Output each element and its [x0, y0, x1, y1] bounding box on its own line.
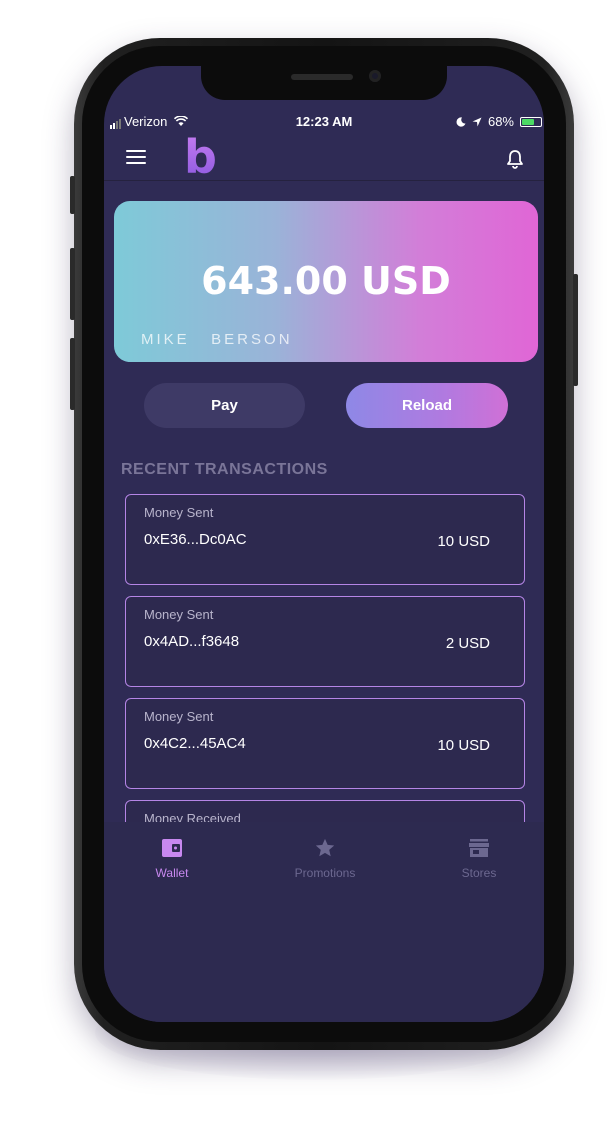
transaction-address: 0x4C2...45AC4	[144, 735, 246, 752]
bell-icon[interactable]	[504, 148, 526, 170]
app-header: b	[104, 130, 544, 184]
transaction-amount: 10 USD	[437, 533, 490, 550]
speaker-grille	[291, 74, 353, 80]
transactions-list[interactable]: Money Sent 0xE36...Dc0AC 10 USD Money Se…	[125, 494, 527, 822]
volume-up-button	[70, 248, 75, 320]
transaction-type: Money Sent	[144, 709, 214, 724]
tab-wallet[interactable]: Wallet	[104, 836, 242, 880]
battery-percent: 68%	[487, 114, 514, 129]
front-camera	[369, 70, 381, 82]
tab-promotions[interactable]: Promotions	[255, 836, 395, 880]
tab-stores[interactable]: Stores	[409, 836, 544, 880]
transaction-item[interactable]: Money Sent 0x4AD...f3648 2 USD	[125, 596, 525, 687]
moon-icon	[456, 116, 466, 127]
wallet-icon	[162, 839, 182, 857]
notch	[201, 66, 447, 100]
transaction-address: 0xE36...Dc0AC	[144, 531, 247, 548]
tab-stores-label: Stores	[461, 866, 497, 880]
transaction-amount: 2 USD	[445, 635, 490, 652]
bottom-tab-bar: Wallet Promotions Stores	[104, 822, 544, 1022]
transaction-item[interactable]: Money Sent 0x4C2...45AC4 10 USD	[125, 698, 525, 789]
tab-wallet-label: Wallet	[155, 866, 189, 880]
location-arrow-icon	[472, 117, 482, 126]
battery-icon	[520, 116, 542, 127]
status-bar: Verizon 12:23 AM 68%	[104, 114, 544, 129]
balance-amount: 643.00 USD	[201, 259, 451, 303]
tab-promotions-label: Promotions	[294, 866, 356, 880]
power-button	[573, 274, 578, 386]
transaction-item[interactable]: Money Sent 0xE36...Dc0AC 10 USD	[125, 494, 525, 585]
balance-card: 643.00 USD MIKE BERSON	[114, 201, 538, 362]
transaction-type: Money Sent	[144, 505, 214, 520]
mute-switch	[70, 176, 75, 214]
recent-transactions-heading: RECENT TRANSACTIONS	[121, 461, 328, 478]
card-holder-name: MIKE BERSON	[141, 331, 293, 348]
volume-down-button	[70, 338, 75, 410]
pay-button[interactable]: Pay	[144, 383, 305, 428]
app-screen: Verizon 12:23 AM 68% b 643.00 USD MIKE B…	[104, 66, 544, 1022]
reload-button[interactable]: Reload	[346, 383, 508, 428]
transaction-type: Money Received	[144, 811, 241, 822]
status-right: 68%	[456, 114, 542, 129]
transaction-amount: 10 USD	[437, 737, 490, 754]
transaction-item[interactable]: Money Received	[125, 800, 525, 822]
transaction-type: Money Sent	[144, 607, 214, 622]
transaction-address: 0x4AD...f3648	[144, 633, 240, 650]
star-icon	[315, 838, 335, 857]
store-icon	[469, 839, 489, 857]
app-logo: b	[184, 130, 217, 184]
hamburger-menu-icon[interactable]	[126, 150, 146, 164]
